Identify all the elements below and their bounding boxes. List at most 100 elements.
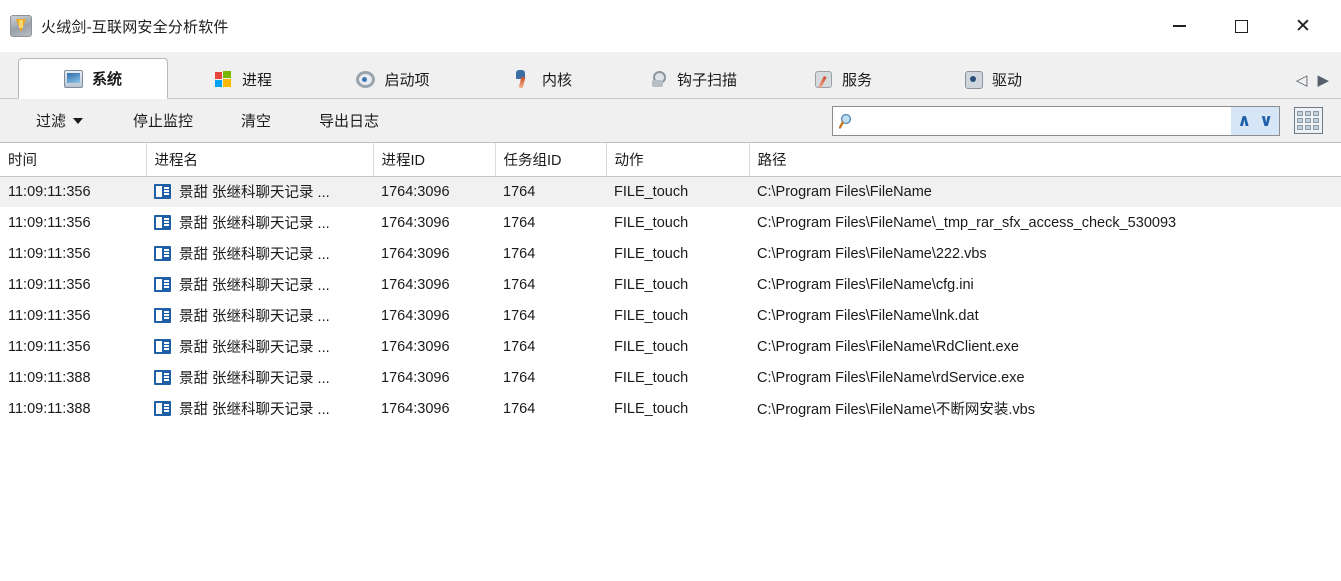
cell-process-name: 景甜 张继科聊天记录 ... [146,393,373,424]
process-file-icon [154,246,171,261]
gear-icon [356,71,375,88]
tab-scroll-right-icon[interactable]: ▶ [1317,73,1329,88]
column-header-pname[interactable]: 进程名 [146,143,373,176]
process-name-label: 景甜 张继科聊天记录 ... [179,398,330,419]
cell-action: FILE_touch [606,362,749,393]
minimize-icon [1173,25,1186,27]
minimize-button[interactable] [1155,0,1203,52]
tab-scroll-left-icon[interactable]: ◁ [1296,73,1308,88]
log-table: 时间 进程名 进程ID 任务组ID 动作 路径 11:09:11:356景甜 张… [0,143,1341,424]
table-header: 时间 进程名 进程ID 任务组ID 动作 路径 [0,143,1341,176]
cell-process-id: 1764:3096 [373,362,495,393]
tab-system[interactable]: 系统 [18,58,168,99]
process-name-label: 景甜 张继科聊天记录 ... [179,336,330,357]
search-input[interactable] [861,108,1231,134]
maximize-button[interactable] [1217,0,1265,52]
table-row[interactable]: 11:09:11:356 景甜 张继科聊天记录 ... 1764:30961764F… [0,207,1341,238]
kernel-pen-icon [514,70,533,88]
cell-time: 11:09:11:356 [0,176,146,207]
clear-button[interactable]: 清空 [227,104,285,137]
table-row[interactable]: 11:09:11:356景甜 张继科聊天记录 ...1764:30961764F… [0,238,1341,269]
column-header-pid[interactable]: 进程ID [373,143,495,176]
toolbar: 过滤 停止监控 清空 导出日志 ∧ ∨ [0,99,1341,143]
process-name-label: 景甜 张继科聊天记录 ... [179,212,330,233]
tab-hook-scan[interactable]: 钩子扫描 [618,59,768,98]
column-chooser-button[interactable] [1294,107,1323,134]
table-row[interactable]: 11:09:11:356景甜 张继科聊天记录 ...1764:30961764F… [0,176,1341,207]
cell-path: C:\Program Files\FileName\rdService.exe [749,362,1341,393]
cell-time: 11:09:11:356 [0,269,146,300]
window-controls: ✕ [1155,0,1341,52]
cell-process-id: 1764:3096 [373,300,495,331]
cell-process-id: 1764:3096 [373,238,495,269]
table-row[interactable]: 11:09:11:356景甜 张继科聊天记录 ...1764:30961764F… [0,300,1341,331]
close-button[interactable]: ✕ [1279,0,1327,52]
tab-label: 进程 [242,69,272,90]
filter-label: 过滤 [36,110,66,131]
tab-driver[interactable]: 驱动 [918,59,1068,98]
cell-process-id: 1764:3096 [373,269,495,300]
process-file-icon [154,401,171,416]
search-next-icon[interactable]: ∨ [1259,113,1273,130]
windows-flag-icon [214,70,233,88]
cell-task-group-id: 1764 [495,300,606,331]
process-name-label: 景甜 张继科聊天记录 ... [179,243,330,264]
column-header-time[interactable]: 时间 [0,143,146,176]
process-name-label: 景甜 张继科聊天记录 ... [179,274,330,295]
cell-path: C:\Program Files\FileName [749,176,1341,207]
cell-process-name: 景甜 张继科聊天记录 ... [146,300,373,331]
table-row[interactable]: 11:09:11:388景甜 张继科聊天记录 ...1764:30961764F… [0,393,1341,424]
process-name-label: 景甜 张继科聊天记录 ... [179,367,330,388]
table-row[interactable]: 11:09:11:356景甜 张继科聊天记录 ...1764:30961764F… [0,269,1341,300]
stop-monitor-button[interactable]: 停止监控 [119,104,207,137]
cell-action: FILE_touch [606,176,749,207]
header-row: 时间 进程名 进程ID 任务组ID 动作 路径 [0,143,1341,176]
title-left-group: 火绒剑-互联网安全分析软件 [0,15,229,37]
table-row[interactable]: 11:09:11:356景甜 张继科聊天记录 ...1764:30961764F… [0,331,1341,362]
tab-bar: 系统 进程 启动项 内核 钩子扫描 服务 驱动 ◁ ▶ [0,52,1341,99]
window-title: 火绒剑-互联网安全分析软件 [41,16,229,37]
column-header-action[interactable]: 动作 [606,143,749,176]
tab-service[interactable]: 服务 [768,59,918,98]
clear-label: 清空 [241,110,271,131]
table-row[interactable]: 11:09:11:388景甜 张继科聊天记录 ...1764:30961764F… [0,362,1341,393]
cell-process-id: 1764:3096 [373,207,495,238]
cell-time: 11:09:11:356 [0,238,146,269]
search-box[interactable]: ∧ ∨ [832,106,1280,136]
tab-label: 驱动 [992,69,1022,90]
cell-action: FILE_touch [606,207,749,238]
cell-time: 11:09:11:356 [0,207,146,238]
search-prev-icon[interactable]: ∧ [1237,113,1251,130]
table-body: 11:09:11:356景甜 张继科聊天记录 ...1764:30961764F… [0,176,1341,424]
process-file-icon [154,215,171,230]
hook-icon [649,70,668,88]
cell-path: C:\Program Files\FileName\RdClient.exe [749,331,1341,362]
cell-process-name: 景甜 张继科聊天记录 ... [146,362,373,393]
service-gear-icon [814,70,833,88]
tab-label: 启动项 [384,69,429,90]
tab-label: 钩子扫描 [677,69,737,90]
cell-task-group-id: 1764 [495,207,606,238]
tab-scroll-controls: ◁ ▶ [1296,73,1341,98]
cell-path: C:\Program Files\FileName\不断网安装.vbs [749,393,1341,424]
close-icon: ✕ [1295,17,1311,36]
column-header-tgid[interactable]: 任务组ID [495,143,606,176]
cell-action: FILE_touch [606,300,749,331]
cell-process-name: 景甜 张继科聊天记录 ... [146,238,373,269]
cell-task-group-id: 1764 [495,269,606,300]
cell-process-name: 景甜 张继科聊天记录 ... [146,331,373,362]
magnifier-icon [833,107,861,135]
export-log-button[interactable]: 导出日志 [305,104,393,137]
cell-task-group-id: 1764 [495,362,606,393]
filter-button[interactable]: 过滤 [22,104,97,137]
process-file-icon [154,277,171,292]
cell-process-name: 景甜 张继科聊天记录 ... [146,207,373,238]
tab-startup[interactable]: 启动项 [318,59,468,98]
tab-kernel[interactable]: 内核 [468,59,618,98]
title-bar: 火绒剑-互联网安全分析软件 ✕ [0,0,1341,52]
cell-path: C:\Program Files\FileName\lnk.dat [749,300,1341,331]
export-log-label: 导出日志 [319,110,379,131]
tab-label: 系统 [92,68,122,89]
column-header-path[interactable]: 路径 [749,143,1341,176]
tab-process[interactable]: 进程 [168,59,318,98]
